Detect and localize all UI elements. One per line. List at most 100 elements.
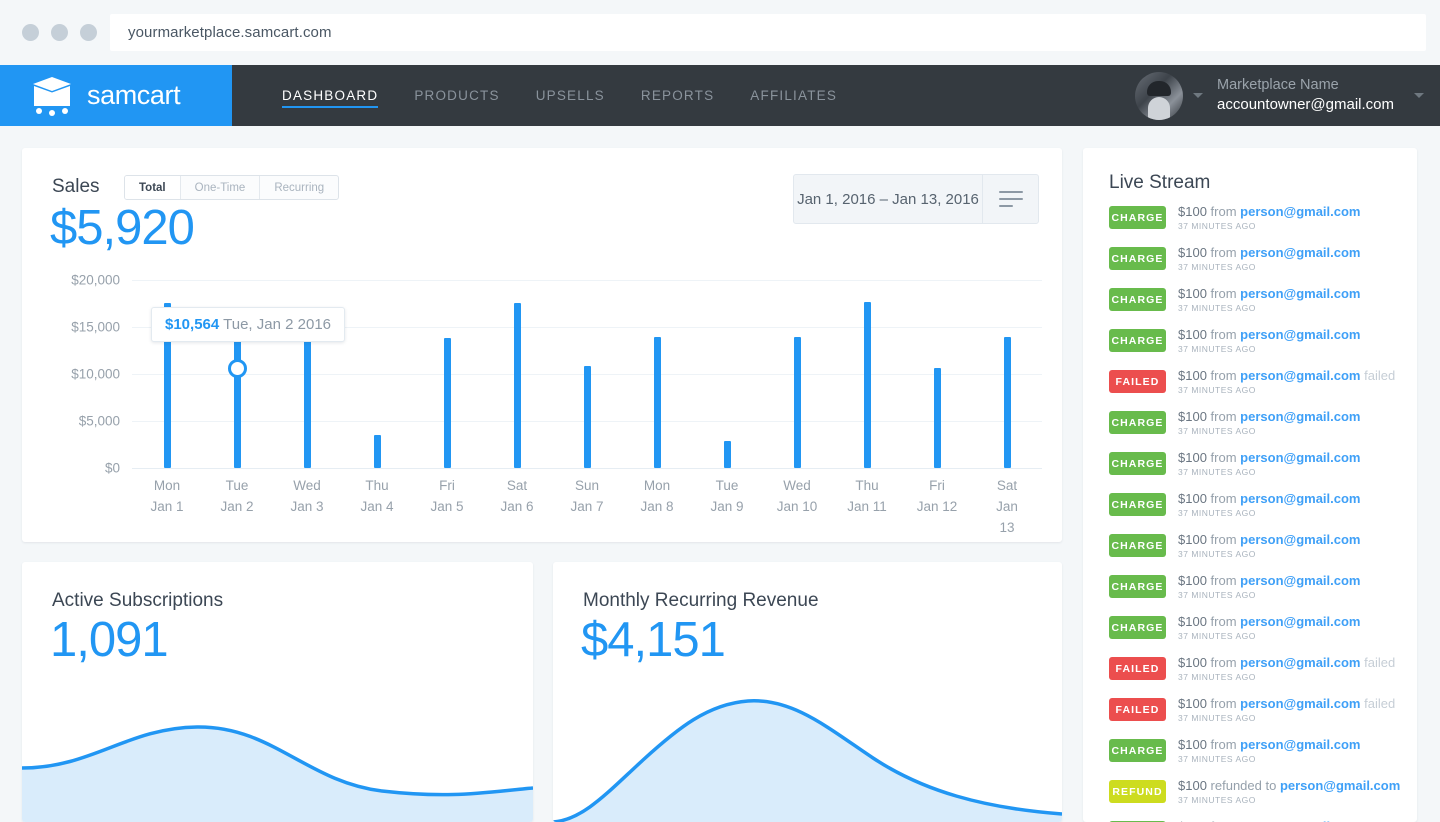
chart-hover-marker[interactable] <box>228 359 247 378</box>
x-axis-day: Thu <box>360 476 393 497</box>
maximize-dot-icon[interactable] <box>80 24 97 41</box>
live-stream-row[interactable]: CHARGE$100 from person@gmail.com37 MINUT… <box>1083 739 1417 780</box>
samcart-cart-icon <box>30 76 74 116</box>
stream-email[interactable]: person@gmail.com <box>1240 368 1360 383</box>
chart-bar[interactable] <box>864 302 871 468</box>
stream-email[interactable]: person@gmail.com <box>1240 573 1360 588</box>
chart-bar[interactable] <box>374 435 381 468</box>
live-stream-list: CHARGE $100 from person@gmail.com 37 MINUT… <box>1083 206 1417 822</box>
x-axis-tick: MonJan 1 <box>150 476 183 518</box>
toggle-total[interactable]: Total <box>125 176 181 199</box>
stream-email[interactable]: person@gmail.com <box>1240 450 1360 465</box>
chart-bar[interactable] <box>304 331 311 468</box>
chart-bar[interactable] <box>724 441 731 468</box>
live-stream-row[interactable]: CHARGE$100 from person@gmail.com37 MINUT… <box>1083 411 1417 452</box>
stream-description: $100 from person@gmail.com <box>1178 491 1361 506</box>
live-stream-row[interactable]: CHARGE$100 from person@gmail.com37 MINUT… <box>1083 329 1417 370</box>
url-text: yourmarketplace.samcart.com <box>128 24 332 41</box>
x-axis-day: Mon <box>150 476 183 497</box>
x-axis-day: Wed <box>777 476 818 497</box>
nav-item-affiliates[interactable]: AFFILIATES <box>732 65 855 126</box>
live-stream-row[interactable]: FAILED$100 from person@gmail.com failed3… <box>1083 657 1417 698</box>
tooltip-value: $10,564 <box>165 316 219 333</box>
mrr-title: Monthly Recurring Revenue <box>583 590 819 612</box>
x-axis-date: Jan 3 <box>290 497 323 518</box>
nav-item-reports[interactable]: REPORTS <box>623 65 732 126</box>
chart-bar[interactable] <box>584 366 591 468</box>
stream-email[interactable]: person@gmail.com <box>1240 286 1360 301</box>
live-stream-row[interactable]: CHARGE$100 from person@gmail.com37 MINUT… <box>1083 493 1417 534</box>
live-stream-row[interactable]: CHARGE$100 from person@gmail.com37 MINUT… <box>1083 452 1417 493</box>
chart-bar[interactable] <box>444 338 451 468</box>
live-stream-row[interactable]: FAILED$100 from person@gmail.com failed3… <box>1083 370 1417 411</box>
address-bar[interactable]: yourmarketplace.samcart.com <box>110 14 1426 51</box>
chart-bar[interactable] <box>794 337 801 468</box>
chart-bar[interactable] <box>514 303 521 468</box>
avatar <box>1135 72 1183 120</box>
date-range-label: Jan 1, 2016 – Jan 13, 2016 <box>794 175 982 223</box>
status-badge: CHARGE <box>1109 288 1166 311</box>
live-stream-row[interactable]: CHARGE$100 from person@gmail.com37 MINUT… <box>1083 534 1417 575</box>
stream-email[interactable]: person@gmail.com <box>1240 696 1360 711</box>
chart-filter-button[interactable] <box>982 175 1038 223</box>
stream-timestamp: 37 MINUTES AGO <box>1178 303 1256 313</box>
stream-email[interactable]: person@gmail.com <box>1240 655 1360 670</box>
close-dot-icon[interactable] <box>22 24 39 41</box>
account-chevron-down-icon[interactable] <box>1414 93 1424 98</box>
status-badge: CHARGE <box>1109 329 1166 352</box>
stream-verb: from <box>1211 286 1237 301</box>
account-menu[interactable]: Marketplace Name accountowner@gmail.com <box>1135 65 1424 126</box>
chart-bar[interactable] <box>934 368 941 468</box>
stream-email[interactable]: person@gmail.com <box>1240 532 1360 547</box>
chart-bar[interactable] <box>234 337 241 468</box>
stream-email[interactable]: person@gmail.com <box>1240 409 1360 424</box>
stream-amount: $100 <box>1178 409 1207 424</box>
x-axis-tick: FriJan 5 <box>430 476 463 518</box>
stream-email[interactable]: person@gmail.com <box>1240 614 1360 629</box>
stream-amount: $100 <box>1178 204 1207 219</box>
live-stream-row[interactable]: CHARGE$100 from person@gmail.com37 MINUT… <box>1083 616 1417 657</box>
status-badge: CHARGE <box>1109 452 1166 475</box>
nav-item-dashboard[interactable]: DASHBOARD <box>264 65 396 126</box>
stream-suffix: failed <box>1364 696 1395 711</box>
live-stream-row[interactable]: FAILED$100 from person@gmail.com failed3… <box>1083 698 1417 739</box>
x-axis-tick: SatJan 13 <box>990 476 1025 539</box>
live-stream-row[interactable]: CHARGE$100 from person@gmail.com37 MINUT… <box>1083 247 1417 288</box>
live-stream-row[interactable]: REFUND$100 refunded to person@gmail.com3… <box>1083 780 1417 821</box>
toggle-recurring[interactable]: Recurring <box>260 176 338 199</box>
window-controls <box>22 24 97 41</box>
stream-amount: $100 <box>1178 778 1207 793</box>
avatar-chevron-down-icon[interactable] <box>1193 93 1203 98</box>
chart-bar[interactable] <box>654 337 661 468</box>
live-stream-row[interactable]: CHARGE $100 from person@gmail.com 37 MINUT… <box>1083 288 1417 329</box>
stream-email[interactable]: person@gmail.com <box>1240 491 1360 506</box>
stream-amount: $100 <box>1178 368 1207 383</box>
stream-email[interactable]: person@gmail.com <box>1280 778 1400 793</box>
x-axis-day: Wed <box>290 476 323 497</box>
sales-total-value: $5,920 <box>50 200 194 256</box>
stream-email[interactable]: person@gmail.com <box>1240 245 1360 260</box>
brand-logo[interactable]: samcart <box>0 65 232 126</box>
nav-item-upsells[interactable]: UPSELLS <box>518 65 623 126</box>
date-range-picker[interactable]: Jan 1, 2016 – Jan 13, 2016 <box>793 174 1039 224</box>
status-badge: FAILED <box>1109 657 1166 680</box>
stream-amount: $100 <box>1178 286 1207 301</box>
minimize-dot-icon[interactable] <box>51 24 68 41</box>
subscriptions-sparkline <box>22 672 533 822</box>
x-axis-date: Jan 7 <box>570 497 603 518</box>
account-email: accountowner@gmail.com <box>1217 95 1394 115</box>
stream-email[interactable]: person@gmail.com <box>1240 737 1360 752</box>
x-axis-day: Tue <box>220 476 253 497</box>
stream-email[interactable]: person@gmail.com <box>1240 204 1360 219</box>
stream-amount: $100 <box>1178 737 1207 752</box>
toggle-one-time[interactable]: One-Time <box>181 176 261 199</box>
stream-suffix: failed <box>1364 368 1395 383</box>
live-stream-row[interactable]: CHARGE$100 from person@gmail.com37 MINUT… <box>1083 206 1417 247</box>
x-axis-date: Jan 11 <box>847 497 887 518</box>
chart-bar[interactable] <box>1004 337 1011 468</box>
nav-item-products[interactable]: PRODUCTS <box>396 65 517 126</box>
stream-email[interactable]: person@gmail.com <box>1240 327 1360 342</box>
stream-description: $100 from person@gmail.com <box>1178 573 1361 588</box>
x-axis-date: Jan 4 <box>360 497 393 518</box>
live-stream-row[interactable]: CHARGE$100 from person@gmail.com37 MINUT… <box>1083 575 1417 616</box>
